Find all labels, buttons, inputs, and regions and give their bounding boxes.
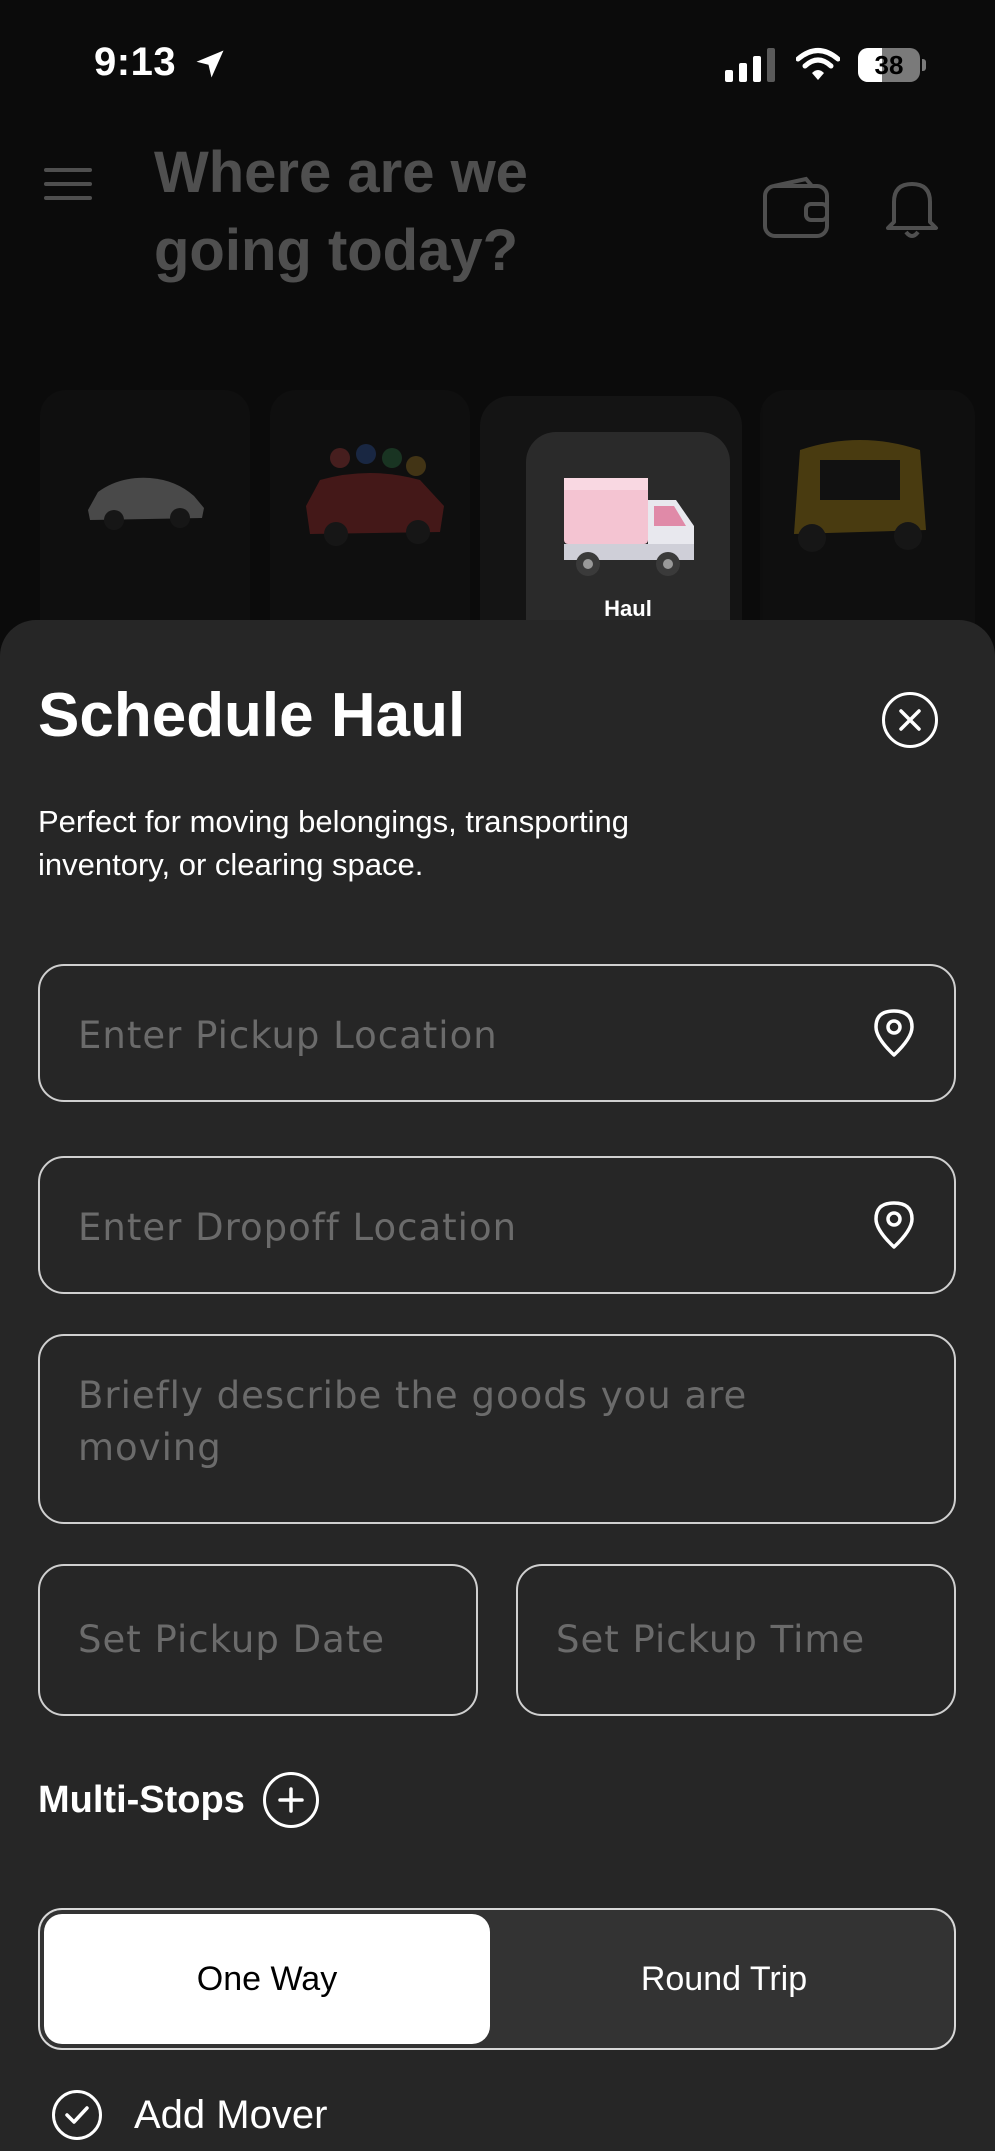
multi-stops-label: Multi-Stops: [38, 1778, 245, 1821]
vehicle-label-haul: Haul: [604, 596, 652, 621]
car-icon: [88, 477, 204, 530]
close-icon: [899, 709, 921, 731]
screen: 9:13 38 Where are we going today? Haul S…: [0, 0, 995, 2151]
add-stop-button[interactable]: [262, 1772, 319, 1828]
vehicle-card-car[interactable]: [40, 390, 250, 650]
sheet-description: Perfect for moving belongings, transport…: [38, 804, 630, 882]
add-mover-checkbox[interactable]: [52, 2090, 102, 2140]
hamburger-menu-icon[interactable]: [44, 166, 92, 202]
trip-type-toggle: One Way Round Trip: [38, 1908, 956, 2050]
carpool-car-icon: [306, 444, 444, 546]
location-pin-icon: [874, 1009, 914, 1057]
check-icon: [65, 2106, 89, 2124]
dropoff-location-input[interactable]: Enter Dropoff Location: [38, 1156, 956, 1294]
round-trip-option[interactable]: Round Trip: [496, 1910, 952, 2048]
one-way-option[interactable]: One Way: [44, 1914, 490, 2044]
pickup-time-input[interactable]: Set Pickup Time: [516, 1564, 956, 1716]
pickup-location-input[interactable]: Enter Pickup Location: [38, 964, 956, 1102]
date-placeholder: Set Pickup Date: [78, 1618, 386, 1661]
close-button[interactable]: [882, 692, 938, 748]
sheet-title: Schedule Haul: [38, 681, 466, 750]
goods-description-input[interactable]: Briefly describe the goods you are movin…: [38, 1334, 956, 1524]
schedule-haul-sheet: Schedule Haul Perfect for moving belongi…: [0, 620, 995, 2151]
page-title: Where are we going today?: [154, 140, 528, 283]
pickup-placeholder: Enter Pickup Location: [78, 1014, 498, 1057]
location-pin-icon: [874, 1201, 914, 1249]
vehicle-card-carpool[interactable]: [270, 390, 470, 650]
pickup-date-input[interactable]: Set Pickup Date: [38, 1564, 478, 1716]
dropoff-placeholder: Enter Dropoff Location: [78, 1206, 518, 1249]
add-mover-label: Add Mover: [134, 2092, 328, 2137]
wallet-icon[interactable]: [762, 176, 830, 240]
goods-placeholder: Briefly describe the goods you are movin…: [78, 1374, 748, 1469]
bell-icon[interactable]: [884, 176, 940, 240]
time-placeholder: Set Pickup Time: [556, 1618, 866, 1661]
plus-icon: [278, 1787, 304, 1813]
vehicle-card-rickshaw[interactable]: [760, 390, 975, 650]
haul-truck-icon: [564, 478, 694, 576]
add-mover-row[interactable]: Add Mover: [52, 2090, 327, 2140]
rickshaw-icon: [794, 440, 926, 552]
multi-stops-row[interactable]: Multi-Stops: [38, 1772, 319, 1828]
